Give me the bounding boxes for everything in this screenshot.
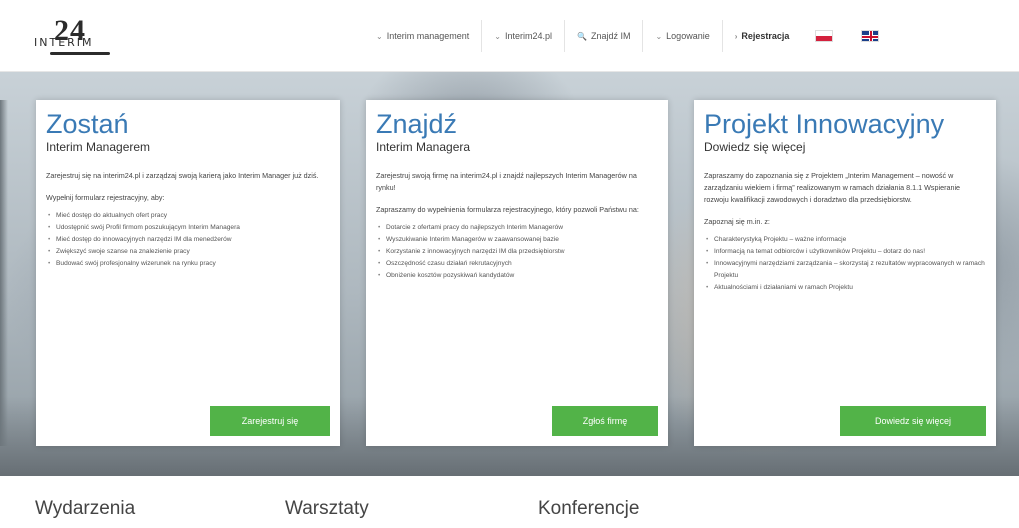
chevron-down-icon: ⌄ [376,31,383,41]
section-title-conferences[interactable]: Konferencje [538,498,639,520]
panel-intro: Zarejestruj swoją firmę na interim24.pl … [376,171,637,192]
panel-title: Projekt Innowacyjny [704,109,945,139]
chevron-down-icon: ⌄ [655,31,663,41]
list-item: Obniżenie kosztów pozyskiwań kandydatów [376,270,658,282]
uk-flag-icon[interactable] [861,30,880,42]
list-item: Wyszukiwanie Interim Managerów w zaawans… [376,234,658,246]
panel-lead: Wypełnij formularz rejestracyjny, aby: [46,193,165,202]
search-icon: 🔍 [576,31,587,41]
list-item: Korzystanie z innowacyjnych narzędzi IM … [376,246,658,258]
chevron-right-icon: › [734,31,738,41]
nav-item-label: Znajdź IM [590,31,631,41]
list-item: Aktualnościami i działaniami w ramach Pr… [704,282,986,294]
submit-company-button[interactable]: Zgłoś firmę [552,406,658,436]
nav-item-login[interactable]: ⌄ Logowanie [642,20,721,52]
panel-list: Charakterystyką Projektu – ważne informa… [704,234,986,294]
list-item: Innowacyjnymi narzędziami zarządzania – … [704,258,986,282]
panel-intro: Zapraszamy do zapoznania się z Projektem… [704,171,961,204]
learn-more-button[interactable]: Dowiedz się więcej [840,406,986,436]
section-title-workshops[interactable]: Warsztaty [285,498,369,520]
panel-list: Mieć dostęp do aktualnych ofert pracy Ud… [46,210,330,270]
hero-left-edge [0,100,8,446]
site-logo[interactable]: 24 INTERIM [34,14,114,56]
panel-become-manager: Zostań Interim Managerem Zarejestruj się… [36,100,340,446]
sections-strip: Wydarzenia Warsztaty Konferencje [0,476,1019,528]
main-nav: ⌄ Interim management ⌄ Interim24.pl 🔍 Zn… [364,20,893,52]
nav-item-interim24[interactable]: ⌄ Interim24.pl [481,20,564,52]
list-item: Zwiększyć swoje szanse na znalezienie pr… [46,246,330,258]
list-item: Oszczędność czasu działań rekrutacyjnych [376,258,658,270]
list-item: Udostępnić swój Profil firmom poszukując… [46,222,330,234]
panel-subtitle: Interim Managera [376,140,471,154]
nav-item-find-im[interactable]: 🔍 Znajdź IM [563,20,642,52]
nav-item-register[interactable]: › Rejestracja [721,20,802,52]
panel-list: Dotarcie z ofertami pracy do najlepszych… [376,222,658,282]
list-item: Mieć dostęp do innowacyjnych narzędzi IM… [46,234,330,246]
list-item: Budować swój profesjonalny wizerunek na … [46,258,330,270]
logo-swoosh-icon [50,52,110,55]
logo-word: INTERIM [34,36,94,49]
panel-subtitle: Interim Managerem [46,140,151,154]
nav-item-label: Interim24.pl [504,31,552,41]
panel-intro: Zarejestruj się na interim24.pl i zarząd… [46,171,319,180]
nav-item-label: Logowanie [666,31,710,41]
panel-subtitle: Dowiedz się więcej [704,140,806,154]
panel-innovative-project: Projekt Innowacyjny Dowiedz się więcej Z… [694,100,996,446]
panel-find-manager: Znajdź Interim Managera Zarejestruj swoj… [366,100,668,446]
panel-lead: Zapraszamy do wypełnienia formularza rej… [376,205,639,214]
site-header: 24 INTERIM ⌄ Interim management ⌄ Interi… [0,0,1019,72]
list-item: Dotarcie z ofertami pracy do najlepszych… [376,222,658,234]
panel-title: Znajdź [376,109,458,139]
nav-item-interim-management[interactable]: ⌄ Interim management [364,20,481,52]
panel-lead: Zapoznaj się m.in. z: [704,217,770,226]
list-item: Charakterystyką Projektu – ważne informa… [704,234,986,246]
section-title-events[interactable]: Wydarzenia [35,498,135,520]
list-item: Informacją na temat odbiorców i użytkown… [704,246,986,258]
nav-item-label: Rejestracja [741,31,790,41]
nav-item-label: Interim management [386,31,470,41]
panel-title: Zostań [46,109,129,139]
register-button[interactable]: Zarejestruj się [210,406,330,436]
chevron-down-icon: ⌄ [494,31,501,41]
pl-flag-icon[interactable] [815,30,834,42]
list-item: Mieć dostęp do aktualnych ofert pracy [46,210,330,222]
